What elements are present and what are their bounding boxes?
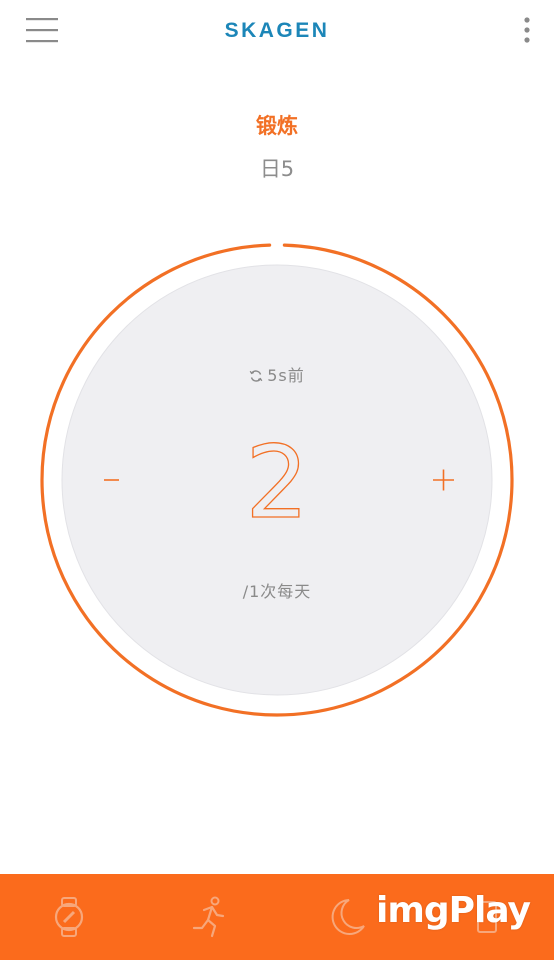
sync-icon: [249, 368, 263, 387]
watermark: imgPlay: [376, 890, 531, 931]
increment-button[interactable]: [424, 460, 462, 500]
running-icon: [192, 896, 225, 938]
daily-goal: /1次每天: [242, 582, 312, 601]
bottom-nav: imgPlay: [0, 874, 554, 960]
nav-watch[interactable]: [44, 892, 94, 942]
plus-icon: [433, 469, 454, 491]
decrement-button[interactable]: [92, 460, 130, 500]
sync-time: 5s前: [267, 366, 305, 385]
nav-sleep[interactable]: [322, 892, 372, 942]
sync-status: 5s前: [0, 362, 554, 387]
nav-activity[interactable]: [184, 892, 234, 942]
workout-count: 2: [245, 424, 310, 541]
moon-icon: [331, 899, 365, 935]
watch-icon: [54, 897, 84, 937]
minus-icon: [104, 479, 119, 481]
screen: SKAGEN 锻炼 日5 5s前 2 /1次每天 imgPlay: [0, 0, 554, 960]
